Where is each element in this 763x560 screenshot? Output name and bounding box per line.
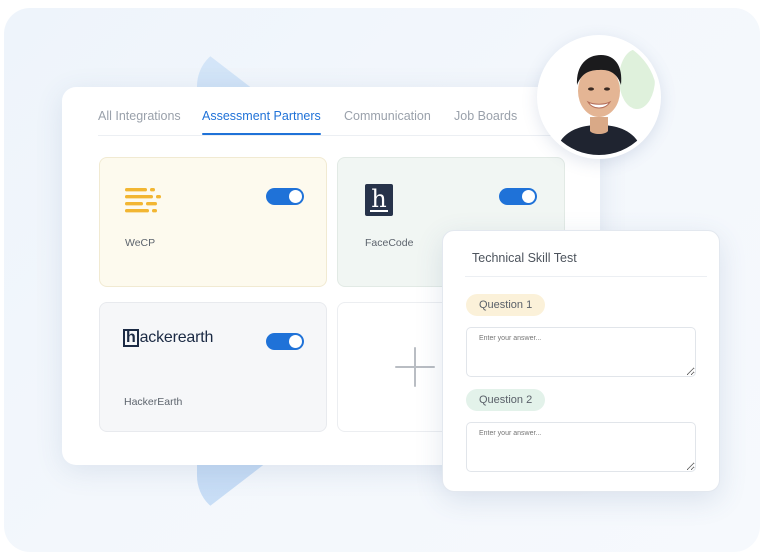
facecode-toggle[interactable] (499, 188, 537, 205)
integration-tabs: All Integrations Assessment Partners Com… (98, 87, 568, 136)
tab-all-integrations[interactable]: All Integrations (98, 109, 181, 123)
facecode-logo: h (365, 184, 393, 216)
plus-icon (395, 347, 435, 387)
question-1-answer-input[interactable] (466, 327, 696, 377)
integration-tile-hackerearth: h ackerearth HackerEarth (99, 302, 327, 432)
wecp-logo (125, 188, 161, 213)
hackerearth-logo-mark: h (123, 329, 139, 347)
integration-name: WeCP (125, 237, 156, 249)
person-photo (541, 39, 657, 155)
integration-name: HackerEarth (124, 396, 183, 408)
toggle-knob (289, 335, 302, 348)
hackerearth-toggle[interactable] (266, 333, 304, 350)
integration-tile-wecp: WeCP (99, 157, 327, 287)
question-2-answer-input[interactable] (466, 422, 696, 472)
tab-communication[interactable]: Communication (344, 109, 431, 123)
avatar (537, 35, 661, 159)
divider (465, 276, 707, 277)
toggle-knob (289, 190, 302, 203)
question-2-badge: Question 2 (466, 389, 546, 411)
hackerearth-logo-text: ackerearth (139, 329, 214, 346)
question-1-badge: Question 1 (466, 294, 546, 316)
tab-assessment-partners[interactable]: Assessment Partners (202, 109, 321, 135)
integration-name: FaceCode (365, 237, 414, 249)
toggle-knob (522, 190, 535, 203)
test-title: Technical Skill Test (472, 251, 577, 265)
technical-skill-test-card: Technical Skill Test Question 1 Question… (442, 230, 720, 492)
hackerearth-logo: h ackerearth (123, 329, 213, 349)
wecp-toggle[interactable] (266, 188, 304, 205)
tab-job-boards[interactable]: Job Boards (454, 109, 517, 123)
